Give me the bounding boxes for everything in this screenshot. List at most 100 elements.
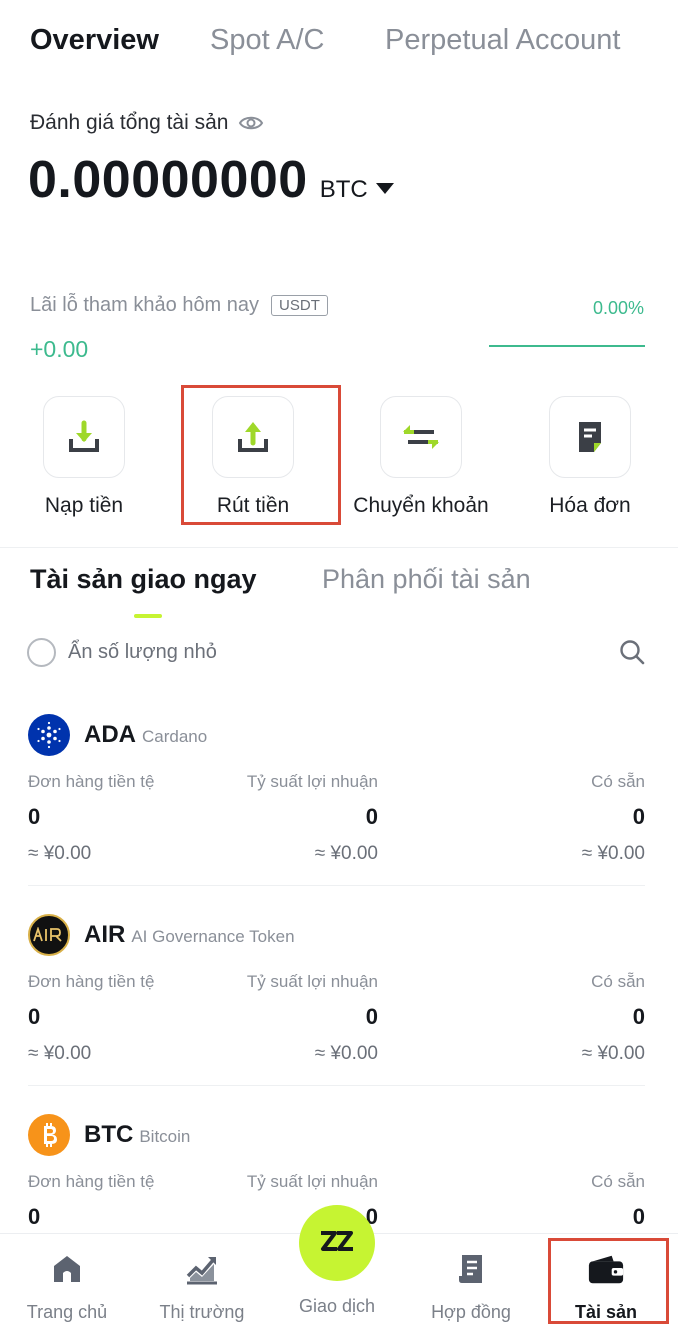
withdraw-highlight [181,385,341,525]
eye-icon[interactable] [238,110,264,136]
asset-header: ADA Cardano [28,714,207,756]
section-divider [0,547,678,548]
currency-selector[interactable]: BTC [320,176,394,204]
total-valuation: 0.00000000 BTC [28,150,394,210]
tab-spot-account[interactable]: Spot A/C [210,24,324,57]
available-header: Có sẵn [591,1172,645,1191]
transfer-icon-box [380,396,462,478]
available-fiat: ≈ ¥0.00 [581,1043,645,1064]
hide-small-radio[interactable] [27,638,56,667]
bill-label: Hóa đơn [549,494,631,517]
transfer-label: Chuyển khoản [353,494,489,517]
order-header: Đơn hàng tiền tệ [28,772,155,791]
bill-button[interactable]: Hóa đơn [530,396,650,518]
valuation-header: Đánh giá tổng tài sản [30,110,264,136]
order-header: Đơn hàng tiền tệ [28,1172,155,1191]
air-logo-icon [28,914,70,956]
order-column: Đơn hàng tiền tệ 0 ≈ ¥0.00 [28,772,154,865]
yield-column: Tỷ suất lợi nhuận 0 ≈ ¥0.00 [247,772,378,865]
trade-icon [321,1231,353,1251]
air-logo-glyph [33,927,62,942]
nav-home[interactable]: Trang chủ [2,1234,132,1336]
available-fiat: ≈ ¥0.00 [581,843,645,864]
nav-contract-label: Hợp đồng [431,1302,511,1322]
assets-highlight [548,1238,669,1324]
coin-symbol: AIR [84,921,126,948]
transfer-button[interactable]: Chuyển khoản [353,396,489,518]
yield-fiat: ≈ ¥0.00 [314,1043,378,1064]
pnl-value: +0.00 [30,336,89,362]
tab-overview[interactable]: Overview [30,24,159,57]
pnl-currency-badge[interactable]: USDT [271,295,328,316]
yield-header: Tỷ suất lợi nhuận [246,972,378,991]
tab-spot-assets[interactable]: Tài sản giao ngay [30,564,257,595]
deposit-button[interactable]: Nạp tiền [24,396,144,518]
contract-glyph [459,1255,482,1283]
pnl-percent: 0.00% [592,298,644,318]
available-column: Có sẵn 0 ≈ ¥0.00 [582,772,645,865]
contract-icon [452,1250,490,1288]
nav-market-label: Thị trường [159,1302,245,1322]
order-value: 0 [28,804,41,829]
pnl-sparkline [489,345,645,347]
order-value: 0 [28,1204,41,1229]
hide-small-toggle[interactable]: Ẩn số lượng nhỏ [27,638,217,667]
search-icon[interactable] [618,638,646,666]
coin-symbol: ADA [84,721,136,748]
nav-contract[interactable]: Hợp đồng [406,1234,536,1336]
row-divider [28,1085,645,1086]
yield-header: Tỷ suất lợi nhuận [246,1172,378,1191]
account-tabs: Overview Spot A/C Perpetual Account [30,18,648,62]
bill-icon [579,422,601,452]
available-column: Có sẵn 0 [591,1172,645,1230]
pnl-label: Lãi lỗ tham khảo hôm nay [30,294,260,316]
total-value: 0.00000000 [28,151,308,209]
currency-label: BTC [319,176,368,203]
valuation-label: Đánh giá tổng tài sản [30,111,229,134]
order-header: Đơn hàng tiền tệ [28,972,155,991]
deposit-label: Nạp tiền [44,494,124,517]
pnl-header: Lãi lỗ tham khảo hôm nay USDT [30,294,328,317]
order-column: Đơn hàng tiền tệ 0 ≈ ¥0.00 [28,972,154,1065]
market-glyph [186,1257,217,1285]
yield-value: 0 [365,804,378,829]
asset-row-ada[interactable]: ADA Cardano Đơn hàng tiền tệ 0 ≈ ¥0.00 T… [28,714,645,894]
transfer-icon [403,425,439,449]
order-fiat: ≈ ¥0.00 [28,843,92,864]
market-chart-icon [183,1250,221,1288]
active-tab-indicator [134,614,162,618]
nav-trade-label: Giao dịch [298,1296,376,1316]
order-fiat: ≈ ¥0.00 [28,1043,92,1064]
deposit-icon [69,420,99,452]
nav-market[interactable]: Thị trường [137,1234,267,1336]
yield-fiat: ≈ ¥0.00 [314,843,378,864]
nav-trade-button[interactable] [299,1205,375,1281]
btc-logo-glyph [44,1123,57,1147]
yield-header: Tỷ suất lợi nhuận [246,772,378,791]
hide-small-label: Ẩn số lượng nhỏ [68,641,217,663]
order-column: Đơn hàng tiền tệ 0 [28,1172,154,1230]
btc-logo-icon [28,1114,70,1156]
tab-perpetual-account[interactable]: Perpetual Account [385,24,620,57]
order-value: 0 [28,1004,41,1029]
asset-header: BTC Bitcoin [28,1114,190,1156]
yield-value: 0 [365,1004,378,1029]
home-glyph [54,1256,80,1282]
asset-row-air[interactable]: AIR AI Governance Token Đơn hàng tiền tệ… [28,914,645,1094]
ada-logo-glyph [37,721,61,749]
available-column: Có sẵn 0 ≈ ¥0.00 [582,972,645,1065]
nav-home-label: Trang chủ [26,1302,108,1322]
home-icon [48,1250,86,1288]
available-header: Có sẵn [591,772,645,791]
coin-name: AI Governance Token [131,927,295,946]
tab-asset-distribution[interactable]: Phân phối tài sản [322,564,531,595]
asset-header: AIR AI Governance Token [28,914,295,956]
bill-icon-box [549,396,631,478]
row-divider [28,885,645,886]
yield-column: Tỷ suất lợi nhuận 0 ≈ ¥0.00 [247,972,378,1065]
coin-name: Bitcoin [139,1127,191,1146]
available-value: 0 [632,1204,645,1229]
deposit-icon-box [43,396,125,478]
available-value: 0 [632,1004,645,1029]
available-header: Có sẵn [591,972,645,991]
